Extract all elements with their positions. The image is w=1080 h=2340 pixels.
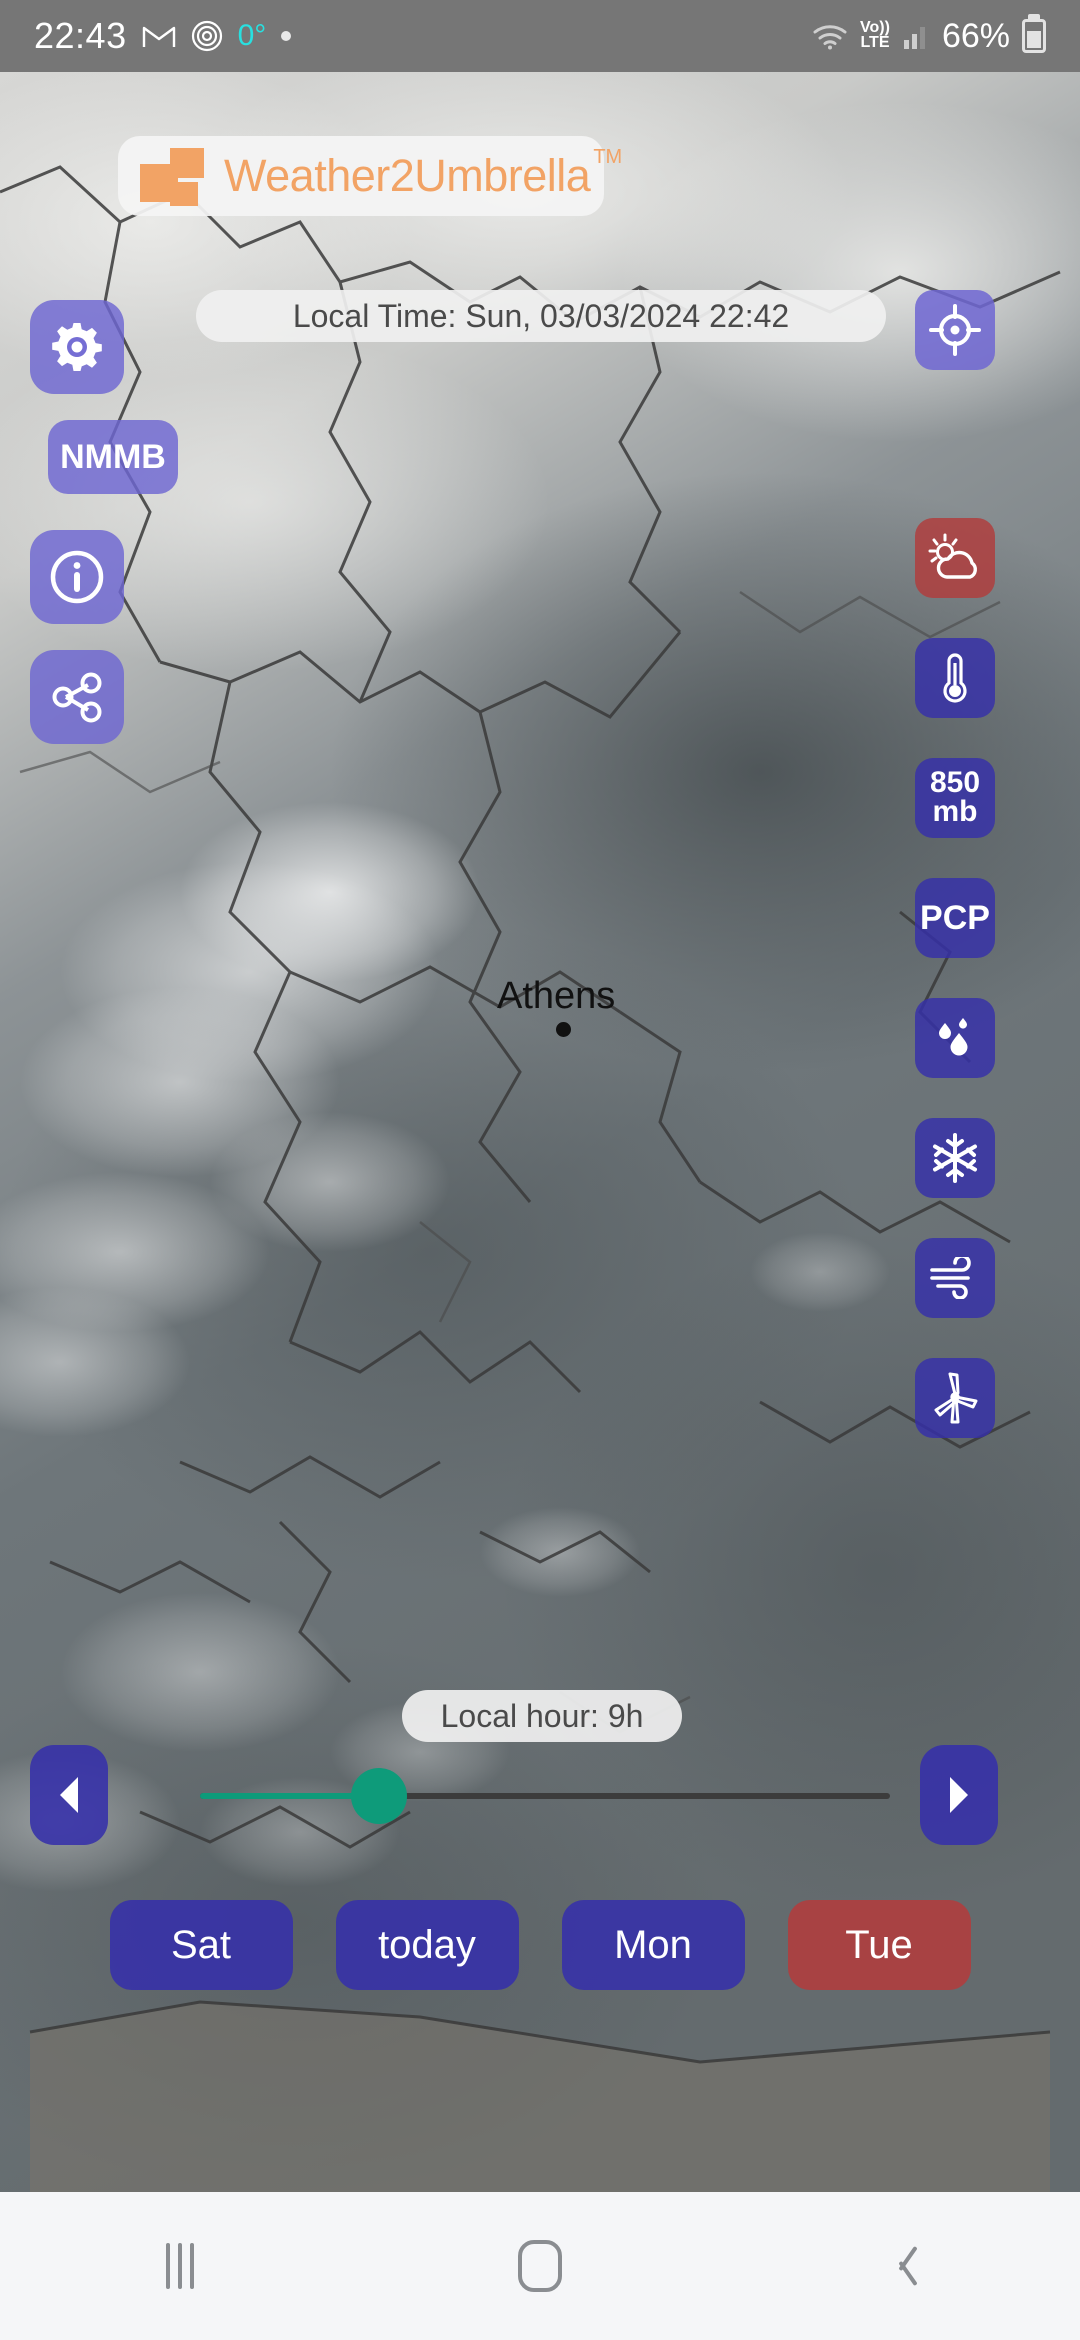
- weather-layer-button[interactable]: [915, 518, 995, 598]
- snow-layer-button[interactable]: [915, 1118, 995, 1198]
- info-button[interactable]: [30, 530, 124, 624]
- recents-button[interactable]: [0, 2243, 360, 2289]
- day-button-mon[interactable]: Mon: [561, 1900, 745, 1990]
- city-marker-label: Athens: [497, 975, 616, 1017]
- status-clock: 22:43: [34, 15, 127, 56]
- hour-slider[interactable]: [200, 1768, 890, 1824]
- battery-percent-label: 66%: [941, 17, 1010, 55]
- day-button-label: Sat: [170, 1922, 232, 1967]
- share-nodes-icon: [52, 672, 102, 723]
- locate-button[interactable]: [915, 290, 995, 370]
- trademark-mark: TM: [593, 146, 623, 168]
- model-button[interactable]: NMMB: [48, 420, 178, 494]
- wind-energy-layer-button[interactable]: [915, 1358, 995, 1438]
- water-drops-icon: [939, 1018, 968, 1056]
- city-marker-dot: [556, 1022, 571, 1037]
- stacked-squares-logo-icon: [140, 146, 206, 206]
- android-nav-bar: [0, 2192, 1080, 2340]
- status-temperature: 0°: [237, 19, 267, 52]
- settings-button[interactable]: [30, 300, 124, 394]
- notification-dot-icon: [281, 31, 292, 41]
- fingerprint-icon: [191, 20, 223, 52]
- day-selector: Sat today Mon Tue: [0, 1880, 1080, 2010]
- day-button-sat[interactable]: Sat: [109, 1900, 293, 1990]
- local-time-label: Local Time: Sun, 03/03/2024 22:42: [196, 290, 886, 342]
- chevron-left-icon: [60, 1777, 78, 1813]
- home-button[interactable]: [360, 2240, 720, 2292]
- thermometer-icon: [943, 653, 967, 703]
- gear-icon: [52, 323, 102, 371]
- snowflake-icon: [933, 1133, 977, 1183]
- day-button-tue[interactable]: Tue: [787, 1900, 971, 1990]
- day-button-label: Mon: [614, 1922, 692, 1967]
- signal-bars-icon: [902, 22, 930, 50]
- recents-icon: [166, 2243, 194, 2289]
- hour-slider-thumb[interactable]: [351, 1768, 408, 1824]
- status-bar: 22:43 0° Vo)) LTE 66%: [0, 0, 1080, 72]
- day-button-label: Tue: [845, 1922, 913, 1967]
- day-button-today[interactable]: today: [335, 1900, 519, 1990]
- app-name: Weather2Umbrella: [224, 150, 591, 201]
- previous-hour-button[interactable]: [30, 1745, 108, 1845]
- status-bar-right: Vo)) LTE 66%: [812, 19, 1046, 53]
- sun-cloud-icon: [928, 533, 977, 579]
- volte-bottom-label: LTE: [860, 34, 890, 51]
- local-hour-label: Local hour: 9h: [402, 1690, 682, 1742]
- precipitation-layer-button[interactable]: PCP: [915, 878, 995, 958]
- chevron-right-icon: [950, 1777, 968, 1813]
- model-button-label: NMMB: [60, 437, 166, 476]
- pressure-button-label: 850 mb: [929, 766, 981, 828]
- precipitation-button-label: PCP: [920, 898, 990, 937]
- next-hour-button[interactable]: [920, 1745, 998, 1845]
- wind-icon: [930, 1257, 971, 1299]
- pressure-layer-button[interactable]: 850 mb: [915, 758, 995, 838]
- wifi-icon: [812, 22, 848, 50]
- temperature-layer-button[interactable]: [915, 638, 995, 718]
- volte-icon: Vo)) LTE: [860, 20, 890, 51]
- status-bar-left: 22:43 0°: [34, 15, 292, 56]
- info-circle-icon: [50, 550, 104, 604]
- gmail-icon: [142, 23, 176, 49]
- crosshair-icon: [929, 304, 981, 356]
- app-title-bar: Weather2Umbrella TM: [118, 136, 622, 216]
- back-icon: [887, 2242, 913, 2290]
- phone-screen: 22:43 0° Vo)) LTE 66% Weather2Umbrella T…: [0, 0, 1080, 2340]
- back-button[interactable]: [720, 2242, 1080, 2290]
- wind-turbine-icon: [934, 1372, 978, 1424]
- day-button-label: today: [378, 1922, 476, 1967]
- wind-layer-button[interactable]: [915, 1238, 995, 1318]
- battery-icon: [1022, 19, 1046, 53]
- humidity-layer-button[interactable]: [915, 998, 995, 1078]
- home-icon: [518, 2240, 562, 2292]
- share-button[interactable]: [30, 650, 124, 744]
